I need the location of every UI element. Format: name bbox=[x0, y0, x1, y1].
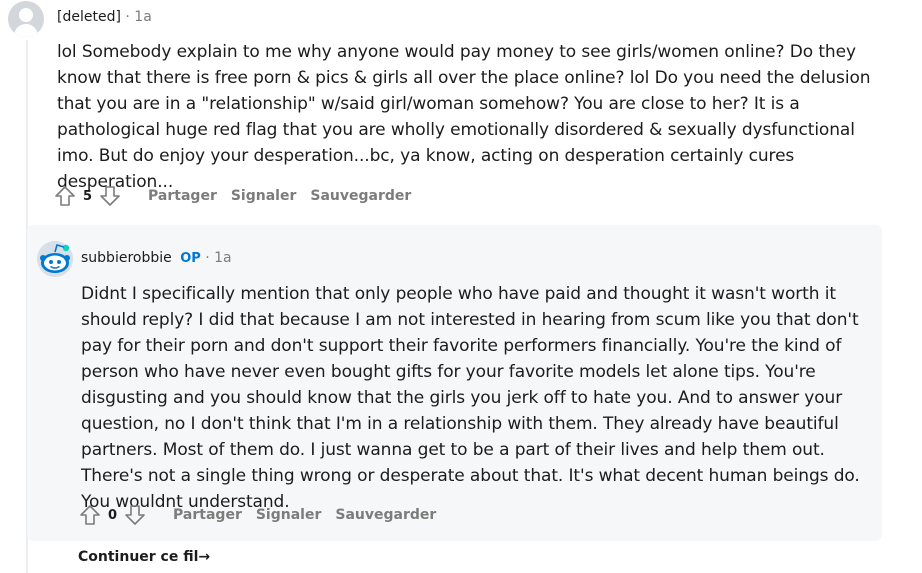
comment-age[interactable]: 1a bbox=[214, 250, 232, 266]
vote-score: 0 bbox=[108, 507, 118, 523]
continue-thread-label: Continuer ce fil bbox=[78, 549, 199, 565]
comment-meta: [deleted] · 1a bbox=[57, 9, 152, 25]
reply-body: Didnt I specifically mention that only p… bbox=[81, 281, 876, 515]
meta-separator: · bbox=[125, 9, 130, 25]
reply-meta: subbierobbie OP · 1a bbox=[81, 250, 232, 266]
save-button[interactable]: Sauvegarder bbox=[335, 507, 436, 523]
author-name[interactable]: subbierobbie bbox=[81, 250, 172, 266]
comment-actions: 5 Partager Signaler Sauvegarder bbox=[53, 184, 411, 208]
downvote-arrow-icon[interactable] bbox=[123, 503, 147, 527]
arrow-right-icon: → bbox=[198, 549, 211, 565]
report-button[interactable]: Signaler bbox=[256, 507, 322, 523]
share-button[interactable]: Partager bbox=[148, 188, 217, 204]
default-avatar-icon[interactable] bbox=[8, 1, 44, 37]
reply-actions: 0 Partager Signaler Sauvegarder bbox=[78, 503, 436, 527]
comment-text: Didnt I specifically mention that only p… bbox=[81, 284, 860, 512]
upvote-arrow-icon[interactable] bbox=[78, 503, 102, 527]
save-button[interactable]: Sauvegarder bbox=[310, 188, 411, 204]
vote-score: 5 bbox=[83, 188, 93, 204]
downvote-arrow-icon[interactable] bbox=[98, 184, 122, 208]
report-button[interactable]: Signaler bbox=[231, 188, 297, 204]
meta-separator: · bbox=[205, 250, 210, 266]
op-badge: OP bbox=[180, 251, 201, 266]
comment-age[interactable]: 1a bbox=[134, 9, 152, 25]
comment-text: lol Somebody explain to me why anyone wo… bbox=[57, 42, 871, 192]
share-button[interactable]: Partager bbox=[173, 507, 242, 523]
upvote-arrow-icon[interactable] bbox=[53, 184, 77, 208]
continue-thread-link[interactable]: Continuer ce fil→ bbox=[78, 549, 210, 565]
author-name[interactable]: [deleted] bbox=[57, 9, 121, 25]
comment-body: lol Somebody explain to me why anyone wo… bbox=[57, 39, 887, 195]
snoo-avatar-icon[interactable] bbox=[37, 241, 73, 277]
